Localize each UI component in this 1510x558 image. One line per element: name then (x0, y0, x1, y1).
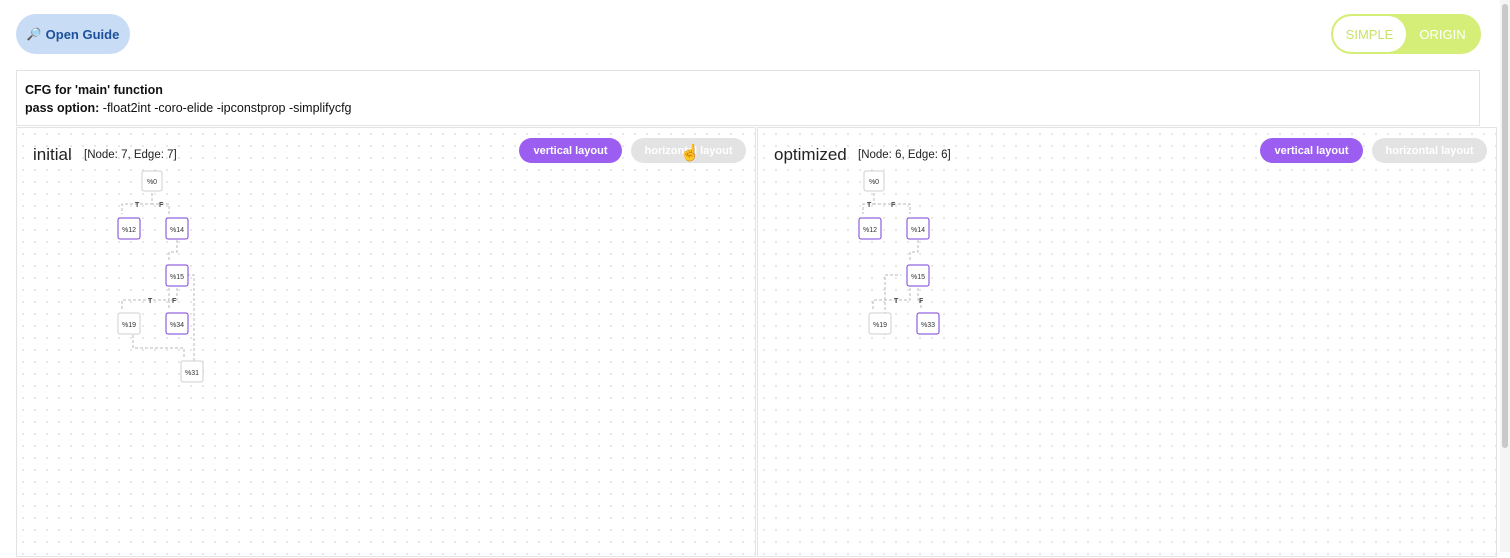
cfg-node[interactable]: %14 (906, 217, 930, 240)
cfg-node[interactable]: %19 (117, 312, 141, 335)
initial-graph-panel[interactable]: initial [Node: 7, Edge: 7] vertical layo… (16, 127, 756, 557)
edge-label: T (135, 202, 140, 209)
page-scrollbar[interactable] (1500, 0, 1510, 552)
toggle-origin[interactable]: ORIGIN (1406, 16, 1479, 52)
cfg-node[interactable]: %0 (863, 170, 885, 192)
optimized-graph-panel[interactable]: optimized [Node: 6, Edge: 6] vertical la… (757, 127, 1497, 557)
toggle-simple[interactable]: SIMPLE (1333, 16, 1406, 52)
edge-label: T (894, 298, 899, 305)
svg-text:%19: %19 (122, 322, 136, 329)
view-mode-toggle[interactable]: SIMPLE ORIGIN (1331, 14, 1481, 54)
cfg-graph-initial: T F T F %0 %12 %14 %15 %19 %34 %31 (117, 170, 204, 383)
svg-text:%12: %12 (863, 227, 877, 234)
cfg-node[interactable]: %0 (141, 170, 163, 192)
cfg-node[interactable]: %33 (916, 312, 940, 335)
svg-text:%15: %15 (170, 274, 184, 281)
scrollbar-thumb[interactable] (1502, 4, 1508, 448)
cfg-graph-optimized: T F T F %0 %12 %14 %15 %19 %33 (858, 170, 940, 335)
open-guide-button[interactable]: 🔎 Open Guide (16, 14, 130, 54)
edge-label: T (867, 202, 872, 209)
svg-text:%0: %0 (869, 179, 879, 186)
edge-label: F (159, 202, 164, 209)
svg-text:%14: %14 (170, 227, 184, 234)
cfg-node[interactable]: %12 (117, 217, 141, 240)
graph-edge (132, 335, 185, 358)
cfg-node[interactable]: %31 (180, 360, 204, 383)
cfg-node[interactable]: %15 (906, 264, 930, 287)
svg-text:%14: %14 (911, 227, 925, 234)
cfg-node[interactable]: %12 (858, 217, 882, 240)
graph-edge (909, 240, 919, 262)
cfg-node[interactable]: %14 (165, 217, 189, 240)
edge-label: F (891, 202, 896, 209)
pass-option-prefix: pass option: (25, 101, 100, 115)
cfg-title: CFG for 'main' function (25, 83, 163, 97)
graph-edge (168, 240, 178, 262)
magnifier-icon: 🔎 (26, 27, 42, 41)
edge-label: F (172, 298, 177, 305)
graph-edge (121, 288, 170, 310)
cfg-node[interactable]: %15 (165, 264, 189, 287)
open-guide-label: Open Guide (45, 26, 120, 42)
svg-text:%19: %19 (873, 322, 887, 329)
svg-text:%12: %12 (122, 227, 136, 234)
pass-option-line: pass option: -float2int -coro-elide -ipc… (25, 99, 1471, 117)
svg-text:%31: %31 (185, 370, 199, 377)
edge-label: T (148, 298, 153, 305)
cfg-node[interactable]: %34 (165, 312, 189, 335)
svg-text:%34: %34 (170, 322, 184, 329)
svg-text:%0: %0 (147, 179, 157, 186)
pass-option-value: -float2int -coro-elide -ipconstprop -sim… (99, 101, 352, 115)
svg-text:%33: %33 (921, 322, 935, 329)
edge-label: F (919, 298, 924, 305)
hand-cursor-icon: ☝ (680, 145, 700, 162)
svg-text:%15: %15 (911, 274, 925, 281)
graph-edge (872, 288, 911, 310)
cfg-info-box: CFG for 'main' function pass option: -fl… (16, 70, 1480, 126)
cfg-node[interactable]: %19 (868, 312, 892, 335)
